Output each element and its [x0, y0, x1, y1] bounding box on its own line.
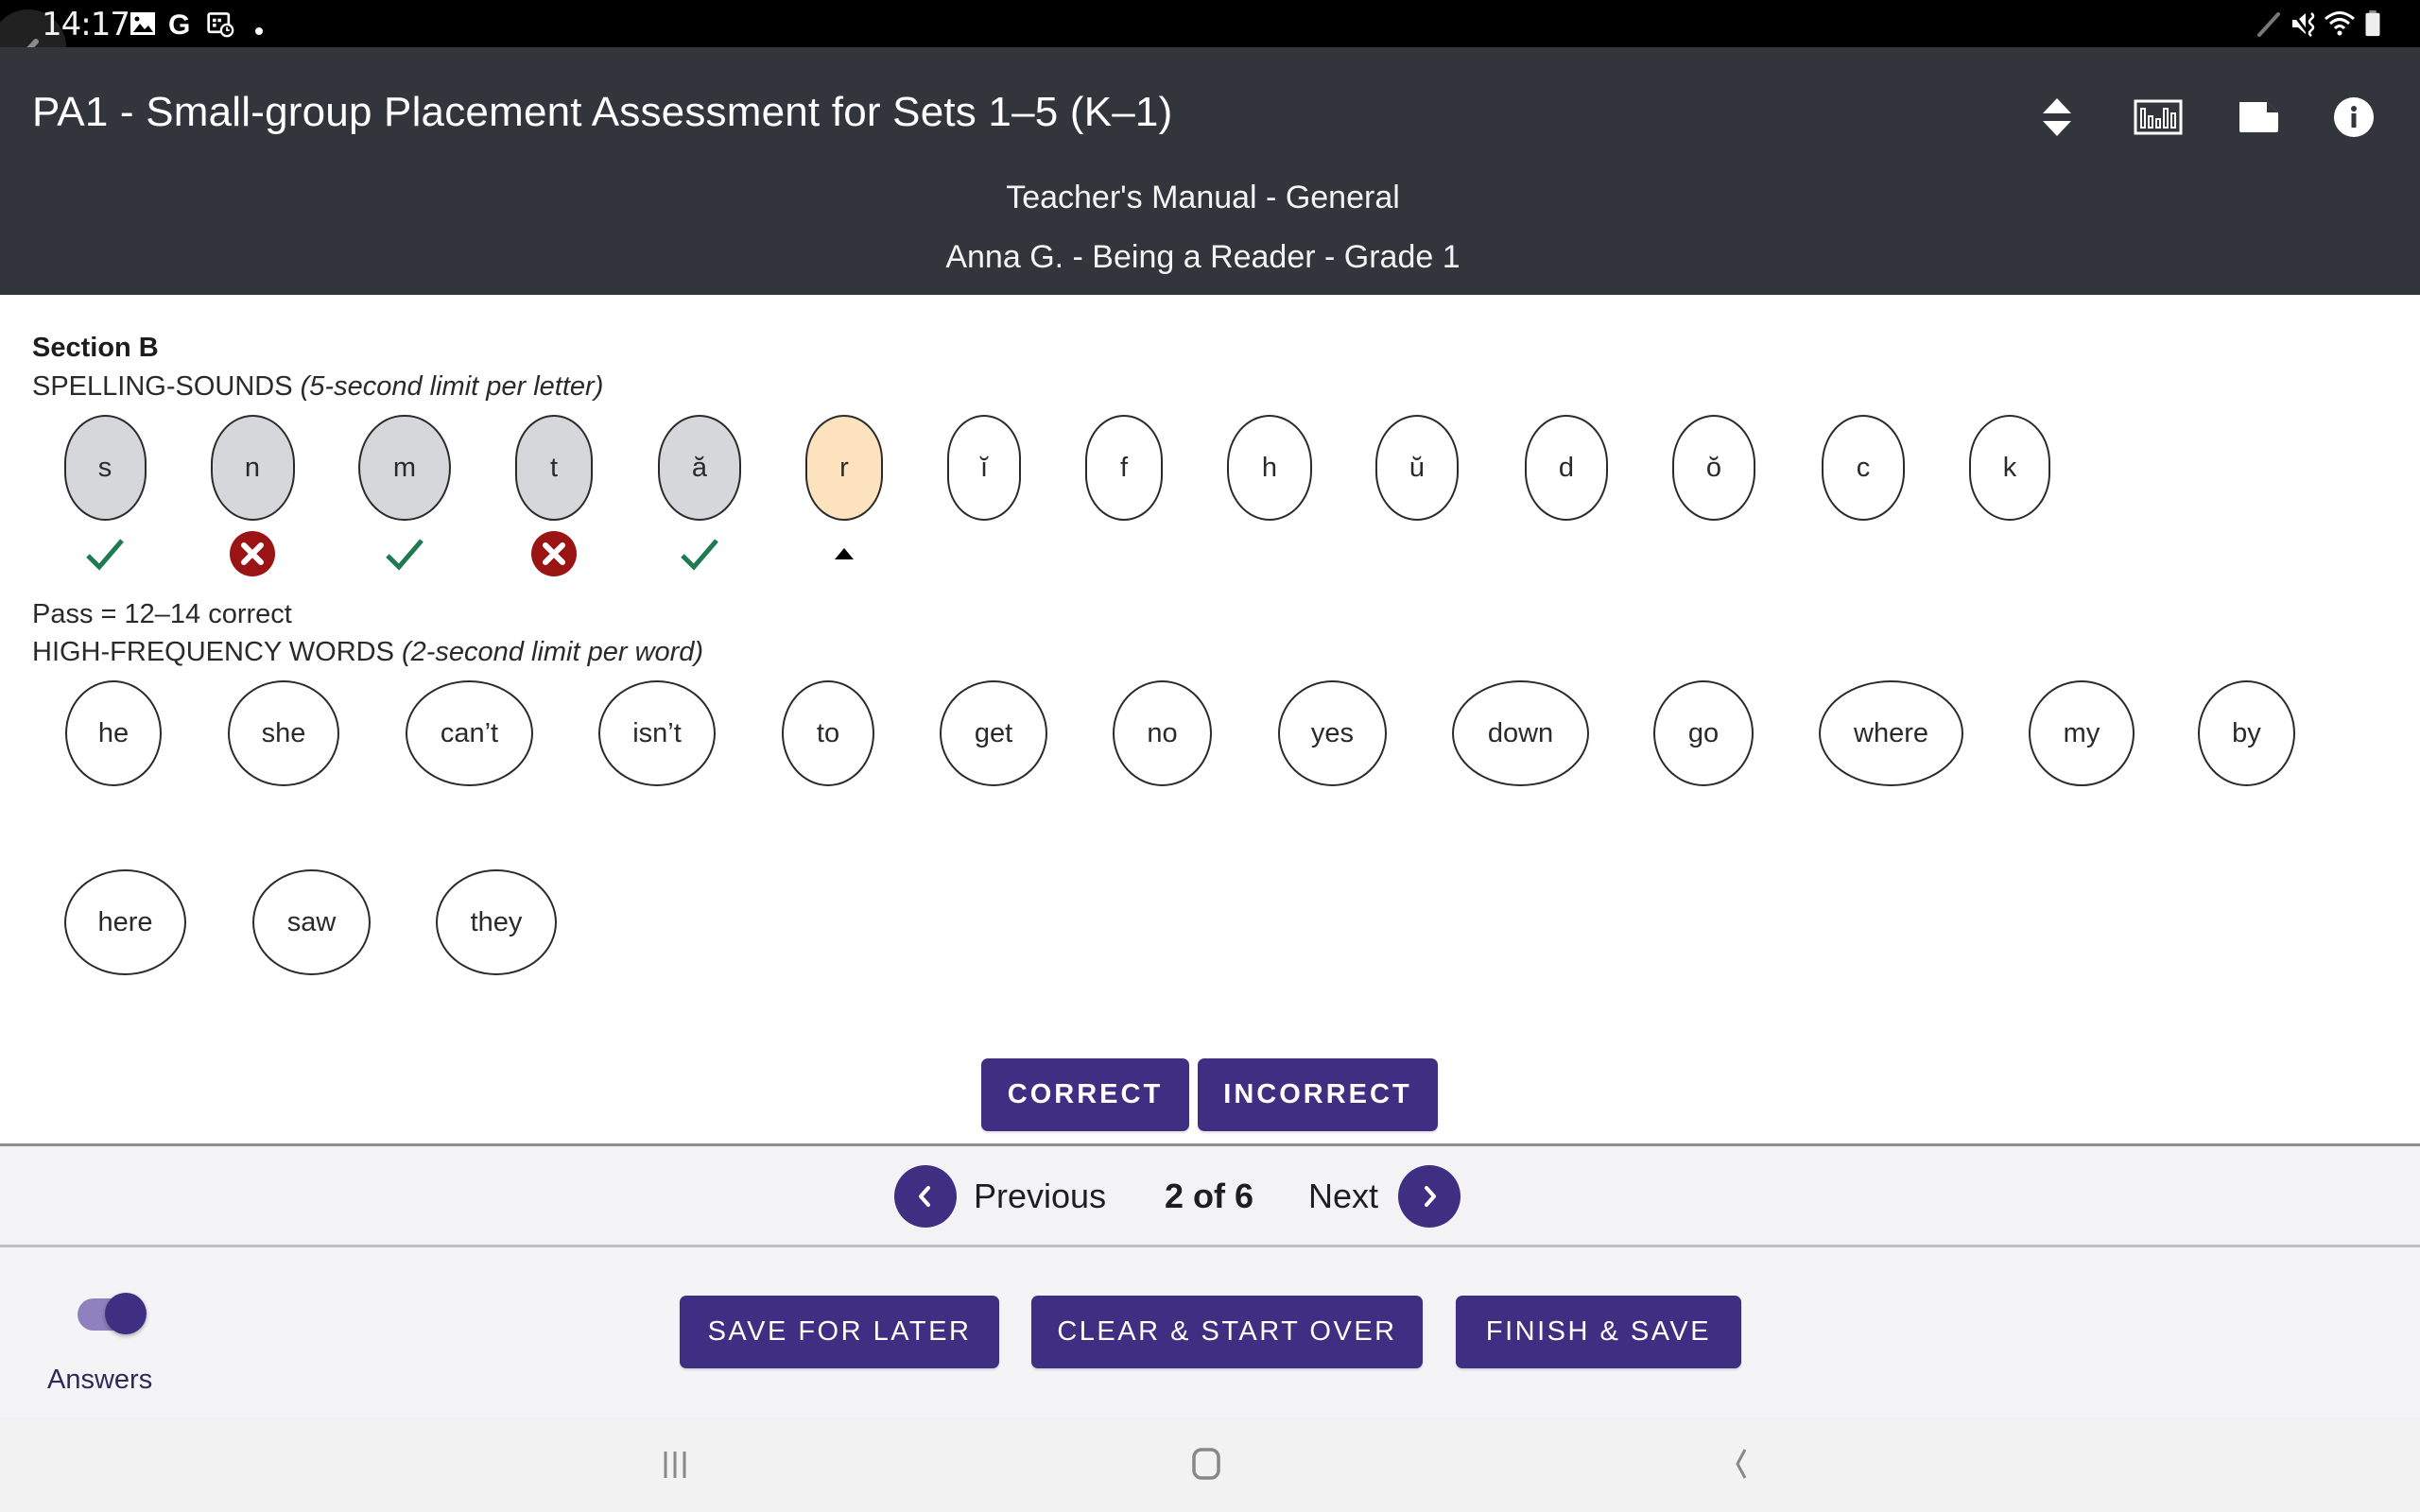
pass-criteria: Pass = 12–14 correct	[32, 599, 292, 629]
finish-save-button[interactable]: FINISH & SAVE	[1456, 1296, 1741, 1368]
letter-item[interactable]: s	[63, 415, 147, 521]
clock: 14:17	[42, 6, 130, 43]
word-item[interactable]: they	[436, 869, 557, 975]
correct-check-icon	[380, 529, 429, 578]
next-page-button[interactable]	[1398, 1165, 1461, 1228]
pager: Previous 2 of 6 Next	[0, 1143, 2420, 1247]
letter-item[interactable]: k	[1969, 415, 2050, 521]
note-icon	[2239, 102, 2278, 132]
correct-check-icon	[675, 529, 724, 578]
letter-item[interactable]: n	[210, 415, 295, 521]
hf-words-heading: HIGH-FREQUENCY WORDS	[32, 637, 402, 667]
hf-words-label: HIGH-FREQUENCY WORDS (2-second limit per…	[32, 637, 703, 668]
page-indicator: 2 of 6	[1165, 1177, 1254, 1215]
assessment-title: PA1 - Small-group Placement Assessment f…	[32, 89, 1173, 135]
word-item[interactable]: she	[228, 680, 339, 786]
bar-chart-icon	[2134, 99, 2183, 135]
word-item[interactable]: down	[1452, 680, 1589, 786]
word-item[interactable]: saw	[252, 869, 371, 975]
recents-icon	[664, 1452, 686, 1478]
hf-words-hint: (2-second limit per word)	[401, 637, 704, 667]
answers-toggle-knob[interactable]	[105, 1293, 147, 1334]
save-for-later-button[interactable]: SAVE FOR LATER	[680, 1296, 999, 1368]
letter-item[interactable]: ŭ	[1375, 415, 1459, 521]
spelling-sounds-label: SPELLING-SOUNDS (5-second limit per lett…	[32, 371, 603, 403]
gallery-icon	[130, 12, 155, 35]
previous-page-button[interactable]	[894, 1165, 957, 1228]
info-button[interactable]	[2325, 89, 2382, 146]
word-item[interactable]: by	[2198, 680, 2295, 786]
section-title: Section B	[32, 333, 159, 363]
back-icon	[1736, 1449, 1747, 1479]
letter-item[interactable]: ă	[658, 415, 741, 521]
letter-item[interactable]: ĭ	[947, 415, 1021, 521]
notification-dot-icon	[255, 27, 263, 35]
letter-item[interactable]: d	[1525, 415, 1608, 521]
correct-button[interactable]: CORRECT	[981, 1058, 1189, 1131]
sort-arrows-icon	[2043, 98, 2071, 136]
report-button[interactable]	[2130, 89, 2187, 146]
svg-text:G: G	[168, 9, 190, 38]
mute-vibrate-icon	[2290, 11, 2315, 37]
letter-item[interactable]: c	[1822, 415, 1905, 521]
spelling-sounds-heading: SPELLING-SOUNDS	[32, 371, 301, 402]
previous-label[interactable]: Previous	[974, 1177, 1106, 1216]
letter-item[interactable]: ŏ	[1672, 415, 1755, 521]
letter-item[interactable]: m	[358, 415, 451, 521]
incorrect-x-icon	[529, 529, 579, 578]
letter-item[interactable]: t	[515, 415, 593, 521]
incorrect-x-icon	[228, 529, 277, 578]
word-item[interactable]: where	[1819, 680, 1963, 786]
wifi-icon	[2325, 11, 2355, 36]
spelling-sounds-hint: (5-second limit per letter)	[300, 371, 604, 402]
notes-button[interactable]	[2230, 89, 2287, 146]
android-navigation-bar	[0, 1418, 2420, 1512]
correct-check-icon	[80, 529, 130, 578]
word-item[interactable]: isn’t	[598, 680, 716, 786]
recents-button[interactable]	[658, 1446, 700, 1484]
letter-item[interactable]: r	[805, 415, 883, 521]
word-item[interactable]: get	[940, 680, 1047, 786]
student-subtitle: Anna G. - Being a Reader - Grade 1	[945, 239, 1461, 275]
home-button[interactable]	[1189, 1446, 1231, 1484]
calendar-clock-icon	[207, 12, 234, 38]
word-item[interactable]: to	[782, 680, 874, 786]
answers-toggle-label: Answers	[47, 1365, 153, 1395]
letter-item[interactable]: h	[1227, 415, 1312, 521]
battery-icon	[2365, 9, 2380, 37]
word-item[interactable]: go	[1653, 680, 1754, 786]
expand-collapse-button[interactable]	[2029, 89, 2085, 146]
chevron-left-icon	[919, 1186, 930, 1207]
next-label[interactable]: Next	[1308, 1177, 1378, 1216]
word-item[interactable]: he	[65, 680, 162, 786]
info-icon	[2334, 97, 2374, 137]
back-button[interactable]	[1720, 1446, 1762, 1484]
chevron-right-icon	[1425, 1186, 1436, 1207]
google-icon: G	[168, 9, 190, 38]
word-item[interactable]: here	[64, 869, 186, 975]
word-item[interactable]: no	[1113, 680, 1212, 786]
letter-item[interactable]: f	[1085, 415, 1163, 521]
app-header: PA1 - Small-group Placement Assessment f…	[0, 47, 2420, 295]
incorrect-button[interactable]: INCORRECT	[1198, 1058, 1438, 1131]
word-item[interactable]: yes	[1278, 680, 1387, 786]
clear-start-over-button[interactable]: CLEAR & START OVER	[1031, 1296, 1423, 1368]
manual-subtitle: Teacher's Manual - General	[1006, 180, 1400, 215]
word-item[interactable]: my	[2029, 680, 2135, 786]
s-pen-icon	[2257, 12, 2280, 37]
status-bar: 14:17 G	[0, 0, 2420, 85]
word-item[interactable]: can’t	[406, 680, 533, 786]
home-icon	[1192, 1448, 1220, 1480]
current-item-indicator-icon	[820, 529, 869, 578]
